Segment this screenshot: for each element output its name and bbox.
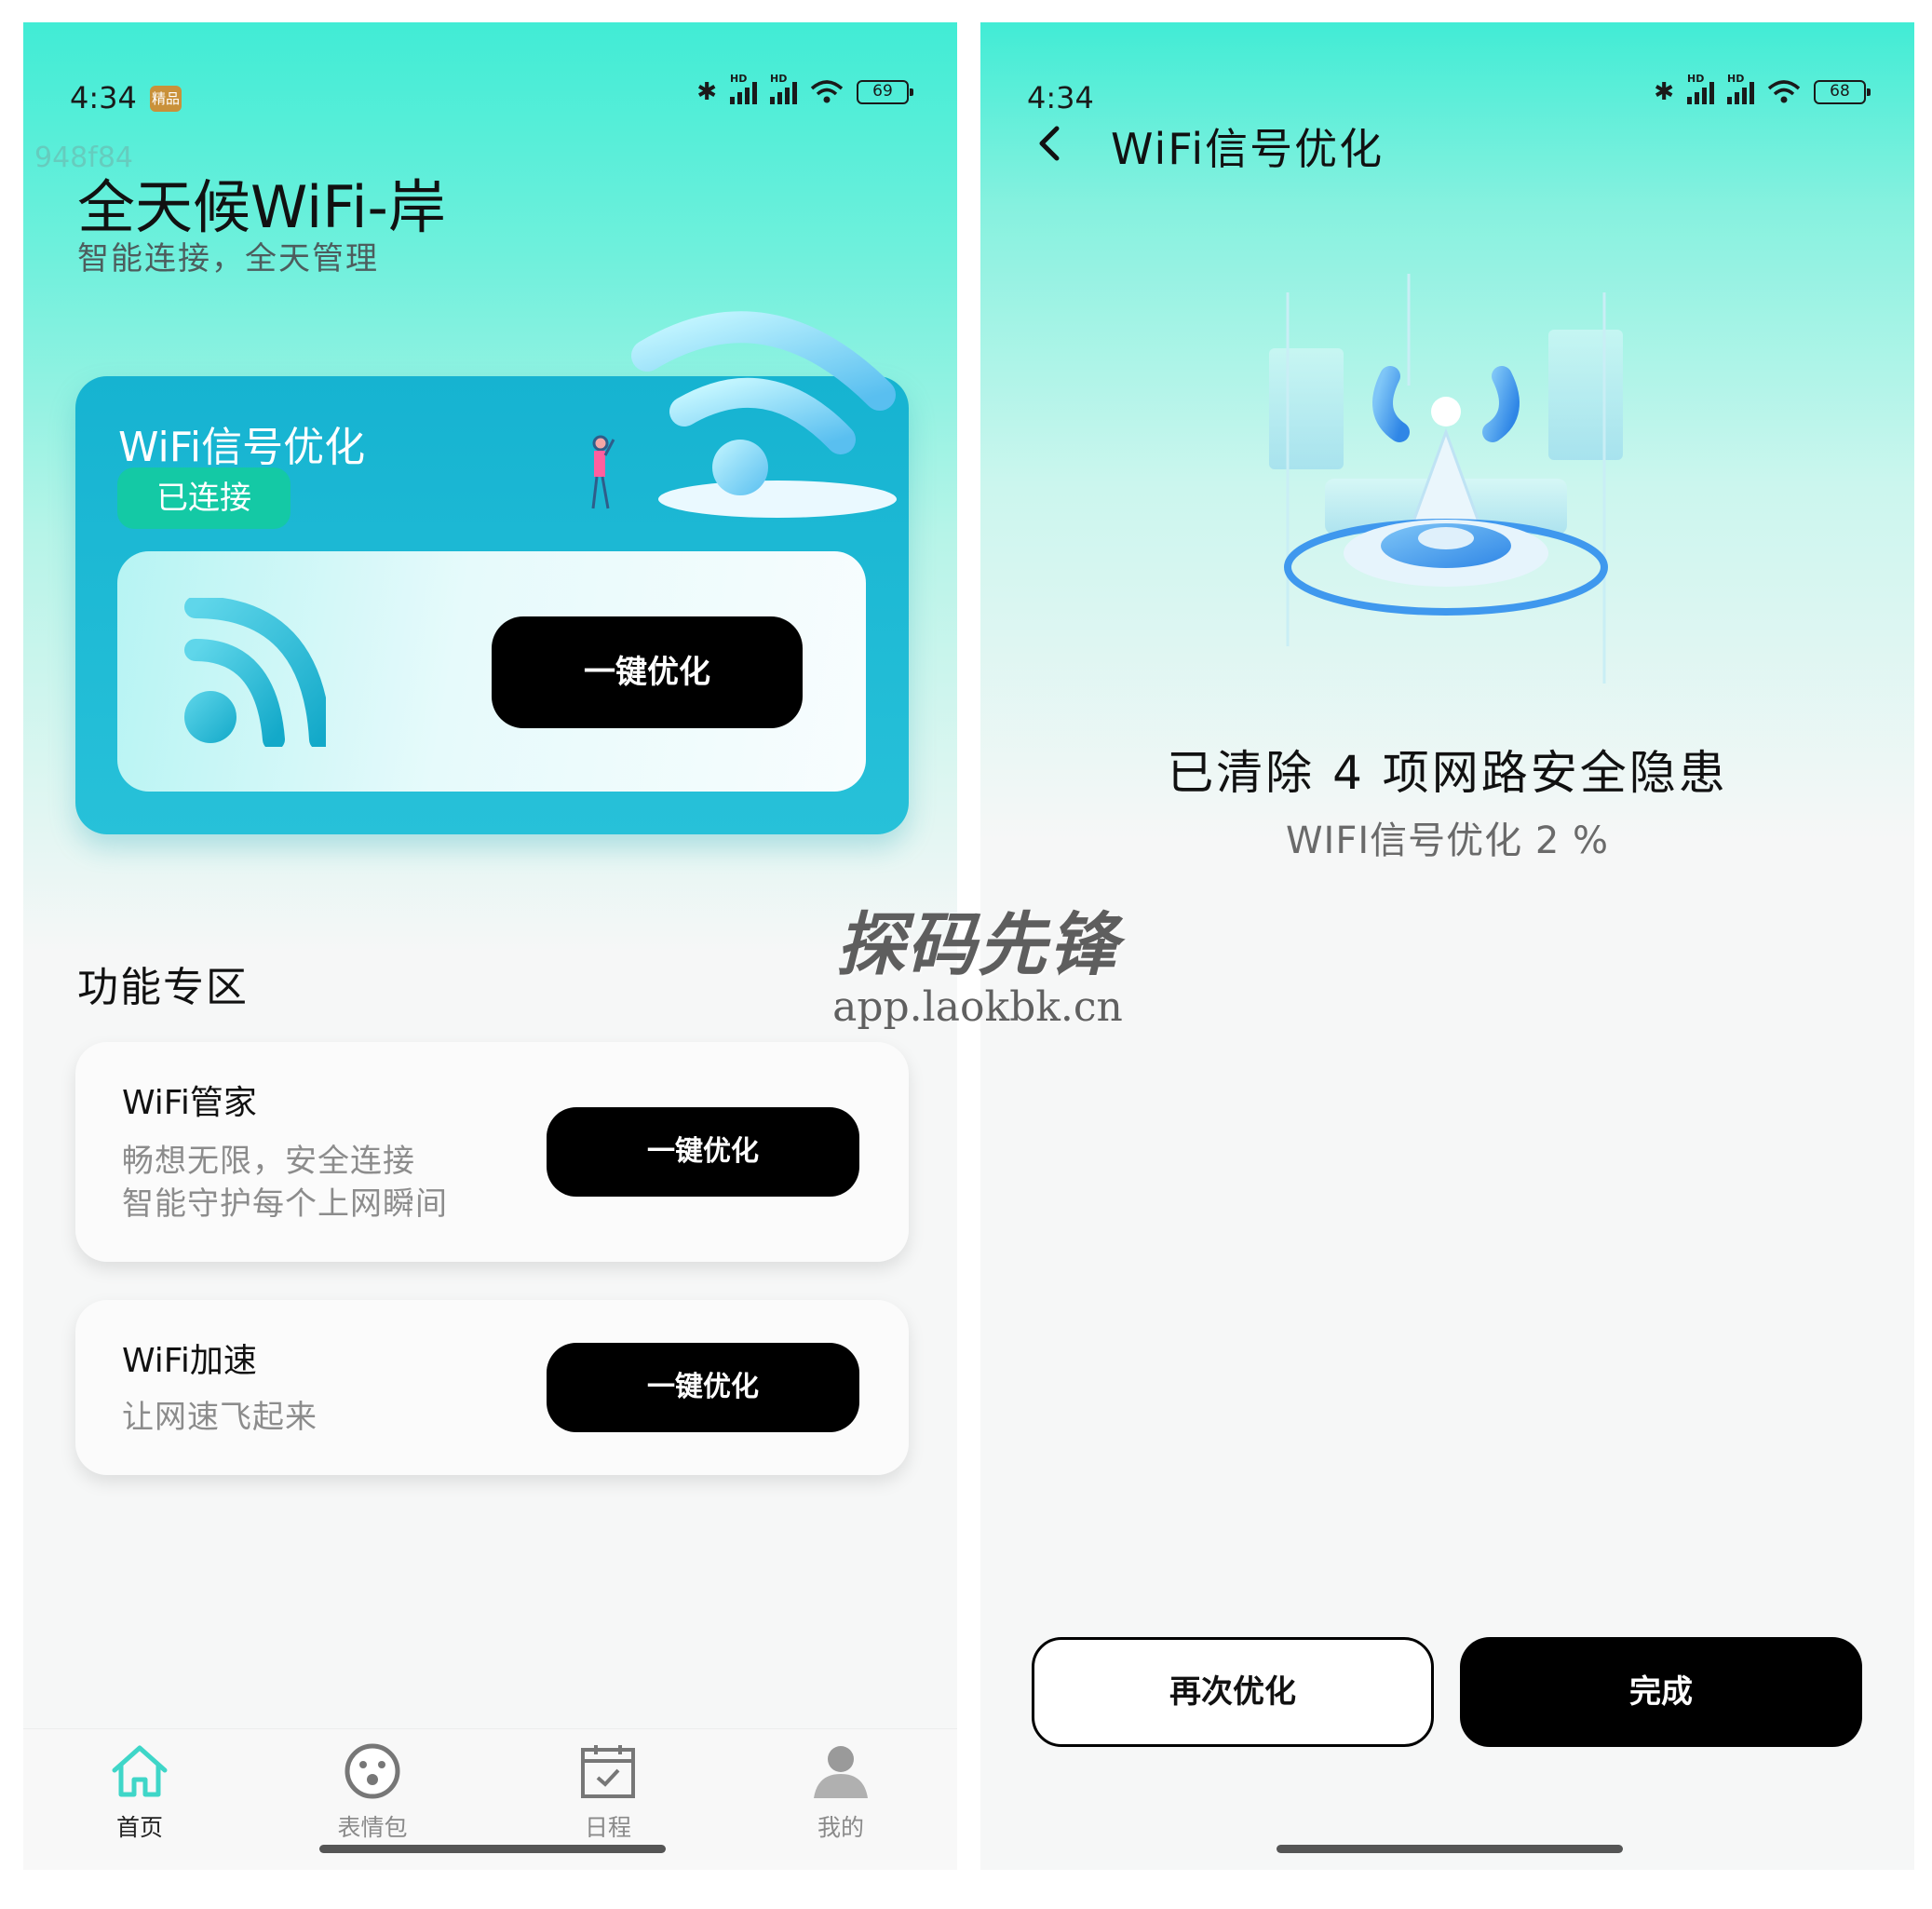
tab-calendar[interactable]: 日程 [543,1742,673,1843]
battery-icon: 68 [1814,80,1871,104]
status-time: 4:34 [70,80,137,115]
optimize-again-button[interactable]: 再次优化 [1032,1637,1434,1747]
home-indicator[interactable] [319,1845,666,1853]
feature-card-wifi-speed[interactable]: WiFi加速 让网速飞起来 一键优化 [75,1300,909,1475]
tab-label: 首页 [115,1814,163,1841]
status-bar: 4:34 ✱ HD HD 68 [980,56,1914,115]
done-button[interactable]: 完成 [1460,1637,1862,1747]
status-time: 4:34 [1027,80,1094,115]
status-icons: ✱ HD HD 68 [1654,73,1871,106]
profile-icon [814,1746,868,1798]
tab-label: 表情包 [337,1814,408,1841]
back-arrow-icon[interactable] [1033,123,1066,164]
result-optimize-percent: WIFI信号优化 2 % [1285,819,1610,862]
result-headline: 已清除 4 项网路安全隐患 [1167,746,1728,800]
status-icons: ✱ HD HD 69 [696,73,913,106]
site-watermark: 探码先锋 app.laokbk.cn [810,889,1145,1031]
tab-label: 我的 [817,1814,864,1841]
wifi-status-icon [810,80,844,103]
signal-tower-illustration [1269,274,1623,684]
watermark-brand: 探码先锋 [836,905,1119,985]
signal-icon: HD [770,73,797,104]
tab-emoji[interactable]: 表情包 [307,1742,438,1843]
wifi-signal-icon [184,598,326,747]
feature-card-wifi-manager[interactable]: WiFi管家 畅想无限，安全连接 智能守护每个上网瞬间 一键优化 [75,1042,909,1262]
tab-home[interactable]: 首页 [74,1742,205,1843]
wifi-3d-illustration [591,311,897,518]
home-icon [112,1745,168,1797]
calendar-icon [581,1745,635,1798]
one-click-optimize-button[interactable]: 一键优化 [492,616,803,728]
feature-desc-line1: 让网速飞起来 [122,1399,317,1436]
tab-label: 日程 [584,1814,631,1841]
feature-title: WiFi管家 [122,1084,257,1122]
wifi-status-icon [1767,80,1801,103]
wifi-speed-optimize-button[interactable]: 一键优化 [547,1343,859,1432]
signal-icon: HD [1687,73,1714,104]
feature-title: WiFi加速 [122,1342,257,1380]
bluetooth-icon: ✱ [696,78,717,106]
watermark-url: app.laokbk.cn [832,983,1123,1031]
tab-profile[interactable]: 我的 [776,1742,906,1843]
emoji-icon [345,1743,400,1799]
card-title: WiFi信号优化 [118,424,366,471]
person-figure [591,435,615,509]
battery-icon: 69 [857,80,913,104]
app-subtitle: 智能连接，全天管理 [77,240,379,278]
page-title: WiFi信号优化 [1111,124,1385,174]
signal-icon: HD [730,73,757,104]
status-bar: 4:34 精品 ✱ HD HD 69 [23,56,957,115]
card-inner-panel: 一键优化 [117,551,866,792]
wifi-manager-optimize-button[interactable]: 一键优化 [547,1107,859,1197]
home-indicator[interactable] [1277,1845,1623,1853]
feature-desc-line2: 智能守护每个上网瞬间 [122,1185,448,1223]
signal-icon: HD [1727,73,1754,104]
app-badge-icon: 精品 [150,86,182,112]
app-title: 全天候WiFi-岸 [77,173,446,241]
feature-desc-line1: 畅想无限，安全连接 [122,1143,415,1180]
section-title: 功能专区 [77,964,249,1011]
connected-status-pill: 已连接 [117,467,290,529]
bluetooth-icon: ✱ [1654,78,1674,106]
